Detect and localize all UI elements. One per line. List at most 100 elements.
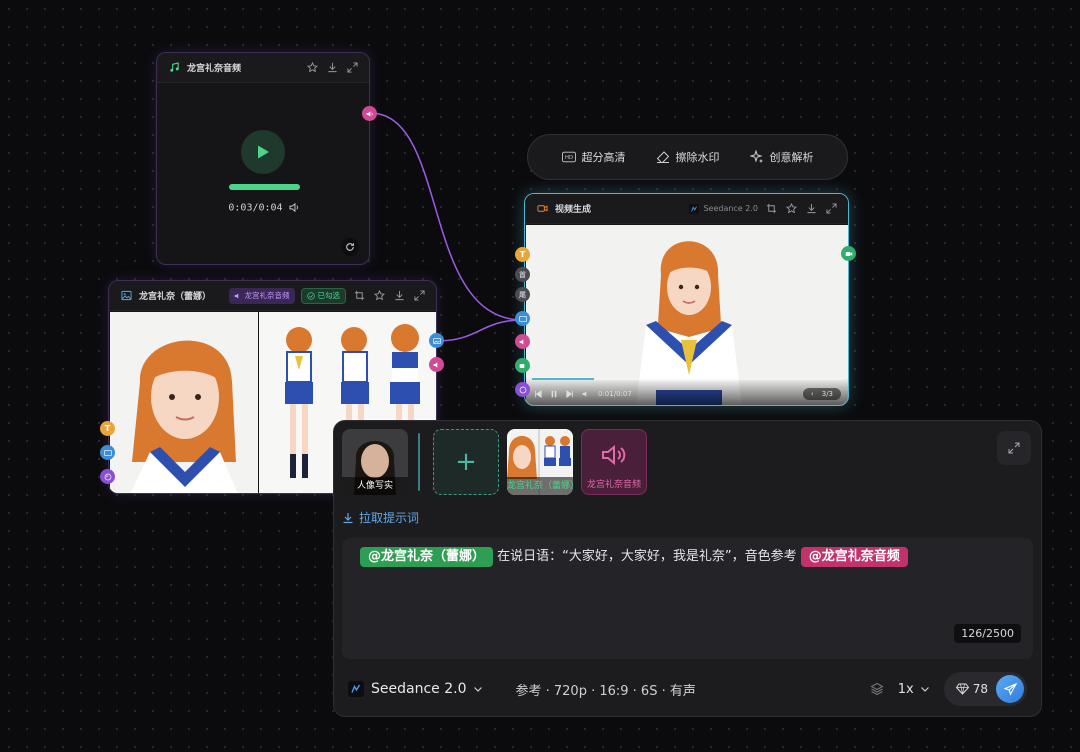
reference-thumb-audio[interactable]: 龙宫礼奈音频 [581, 429, 647, 495]
image-icon [103, 449, 112, 456]
video-icon [519, 363, 524, 368]
crop-icon[interactable] [352, 289, 366, 303]
send-button[interactable] [996, 675, 1024, 703]
eraser-icon [656, 151, 669, 163]
skip-forward-icon[interactable] [566, 390, 574, 398]
portrait-image[interactable] [110, 312, 258, 493]
volume-icon[interactable] [289, 202, 300, 213]
reference-thumb-image[interactable]: 龙宫礼奈（蕾娜） [507, 429, 573, 495]
diamond-icon [955, 683, 969, 695]
chevron-down-icon [473, 684, 483, 694]
video-video-input-port[interactable] [515, 358, 530, 373]
download-icon[interactable] [804, 202, 818, 216]
pull-prompt-label: 拉取提示词 [359, 511, 420, 525]
upscale-hd-label: 超分高清 [581, 151, 626, 164]
audio-reference-tag[interactable]: 龙宫礼奈音频 [228, 287, 295, 304]
download-icon [343, 512, 353, 523]
layers-icon[interactable] [870, 682, 884, 696]
audio-progress-bar[interactable] [229, 184, 300, 190]
speaker-icon [433, 361, 437, 368]
image-node-header: 龙宫礼奈（蕾娜） 龙宫礼奈音频 已勾选 [109, 281, 436, 311]
check-circle-icon [306, 291, 315, 300]
image-image-input-port[interactable] [100, 445, 115, 460]
star-icon[interactable] [784, 202, 798, 216]
creative-analysis-label: 创意解析 [769, 151, 814, 164]
speaker-icon [234, 292, 238, 299]
video-output-port[interactable] [841, 246, 856, 261]
selected-tag[interactable]: 已勾选 [300, 287, 346, 304]
video-last-frame-port[interactable]: 尾 [515, 287, 530, 302]
video-image-input-port[interactable] [515, 311, 530, 326]
star-icon[interactable] [305, 61, 319, 75]
pull-prompt-link[interactable]: 拉取提示词 [342, 509, 419, 526]
style-thumb-label: 人像写实 [342, 477, 408, 495]
download-icon[interactable] [392, 289, 406, 303]
video-node-title: 视频生成 [555, 205, 592, 215]
pause-icon[interactable] [550, 390, 558, 398]
credits-display: 78 [955, 682, 988, 696]
audio-time-row: 0:03/0:04 [157, 202, 369, 214]
video-progress-bar[interactable] [532, 378, 843, 380]
audio-play-button[interactable] [241, 130, 285, 174]
audio-output-port[interactable] [362, 106, 377, 121]
output-count-selector[interactable]: 1x [898, 682, 930, 697]
video-model-label: Seedance 2.0 [703, 204, 758, 213]
thumb-separator [418, 433, 420, 491]
volume-icon[interactable] [582, 390, 590, 398]
image-audio-port[interactable] [429, 357, 444, 372]
generation-params[interactable]: 参考 · 720p · 16:9 · 6S · 有声 [515, 680, 695, 699]
palette-icon [104, 473, 111, 480]
remove-watermark-button[interactable]: 擦除水印 [656, 149, 720, 165]
add-reference-button[interactable]: + [433, 429, 499, 495]
video-controls-row: 0:01/0:07 ‹ 3/3 [534, 388, 841, 400]
play-icon [258, 145, 269, 159]
paper-plane-icon [1003, 682, 1017, 696]
hd-icon: HD [561, 151, 576, 163]
video-model-chip[interactable]: Seedance 2.0 [689, 203, 758, 214]
video-pager[interactable]: ‹ 3/3 [802, 388, 841, 400]
video-audio-input-port[interactable] [515, 334, 530, 349]
prev-arrow-icon[interactable]: ‹ [811, 390, 814, 398]
video-text-input-port[interactable]: T [515, 247, 530, 262]
mention-audio[interactable]: @龙宫礼奈音频 [800, 547, 908, 567]
sparkle-icon [749, 150, 763, 163]
image-node-title: 龙宫礼奈（蕾娜） [139, 292, 212, 302]
expand-icon[interactable] [412, 289, 426, 303]
model-selector[interactable]: Seedance 2.0 [348, 681, 483, 697]
image-icon [432, 337, 441, 344]
video-first-frame-port[interactable]: 首 [515, 267, 530, 282]
composer-footer: Seedance 2.0 参考 · 720p · 16:9 · 6S · 有声 … [348, 672, 1027, 706]
model-selector-label: Seedance 2.0 [371, 681, 467, 697]
image-style-input-port[interactable] [100, 469, 115, 484]
prompt-input[interactable]: @龙宫礼奈（蕾娜） 在说日语：“大家好，大家好，我是礼奈”，音色参考 @龙宫礼奈… [342, 538, 1033, 659]
palette-icon [519, 386, 526, 393]
mention-image[interactable]: @龙宫礼奈（蕾娜） [360, 547, 494, 567]
composer-expand-button[interactable] [997, 431, 1031, 465]
video-node[interactable]: 视频生成 Seedance 2.0 0:01/0:07 ‹ 3/3 [524, 193, 849, 406]
style-thumb-portrait[interactable]: 人像写实 [342, 429, 408, 495]
prompt-text: 在说日语：“大家好，大家好，我是礼奈”，音色参考 [493, 549, 801, 564]
image-icon [518, 315, 527, 322]
skip-back-icon[interactable] [534, 390, 542, 398]
selected-tag-label: 已勾选 [317, 291, 341, 300]
image-output-port[interactable] [429, 333, 444, 348]
audio-time: 0:03/0:04 [228, 202, 283, 214]
expand-icon[interactable] [824, 202, 838, 216]
download-icon[interactable] [325, 61, 339, 75]
video-icon [845, 251, 852, 256]
character-counter: 126/2500 [954, 624, 1021, 643]
video-style-input-port[interactable] [515, 382, 530, 397]
send-group: 78 [943, 672, 1027, 706]
refresh-button[interactable] [341, 238, 359, 256]
speaker-icon [519, 338, 523, 345]
reference-thumb-label: 龙宫礼奈（蕾娜） [507, 477, 573, 495]
creative-analysis-button[interactable]: 创意解析 [749, 149, 814, 165]
audio-node[interactable]: 龙宫礼奈音频 0:03/0:04 [156, 52, 370, 265]
crop-icon[interactable] [764, 202, 778, 216]
video-time: 0:01/0:07 [598, 390, 632, 398]
expand-icon[interactable] [345, 61, 359, 75]
upscale-hd-button[interactable]: HD 超分高清 [561, 149, 626, 165]
image-text-input-port[interactable]: T [100, 421, 115, 436]
star-icon[interactable] [372, 289, 386, 303]
video-preview[interactable]: 0:01/0:07 ‹ 3/3 [526, 225, 848, 405]
